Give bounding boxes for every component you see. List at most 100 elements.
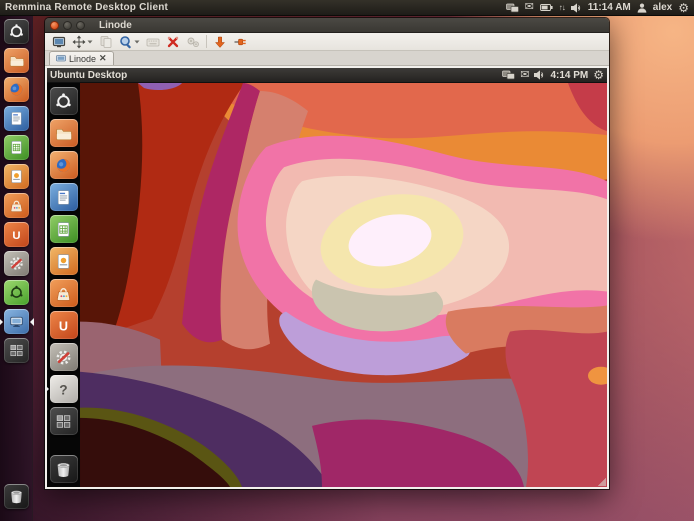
host-clock[interactable]: 11:14 AM: [588, 2, 631, 13]
host-indicator-tray: ✉ ↑↓ 11:14 AM alex ⚙: [506, 2, 694, 14]
mail-icon[interactable]: ✉: [525, 2, 534, 13]
network-icon[interactable]: [506, 3, 519, 13]
tools-button[interactable]: [183, 34, 203, 50]
calc-spreadsheet-icon: [54, 220, 73, 239]
switch-page-button[interactable]: [96, 34, 116, 50]
scaled-mode-icon: [72, 35, 86, 49]
launcher-item-ubuntu-software-center[interactable]: [4, 193, 29, 218]
launcher-item-remmina[interactable]: [4, 309, 29, 334]
remote-desktop-wallpaper: [80, 83, 607, 487]
launcher-item-libreoffice-calc[interactable]: [4, 135, 29, 160]
posterized-nebula-art: [80, 83, 607, 487]
launcher-item-ubuntu-one[interactable]: U: [50, 311, 78, 339]
workspace-grid-icon: [8, 342, 25, 359]
launcher-item-system-settings[interactable]: [4, 251, 29, 276]
launcher-item-dash-home[interactable]: [50, 87, 78, 115]
resize-grip[interactable]: [598, 478, 606, 486]
remote-menubar-title: Ubuntu Desktop: [47, 70, 127, 81]
fullscreen-icon: [52, 35, 66, 49]
settings-gear-icon: [8, 255, 25, 272]
preferences-tools-icon: [166, 35, 180, 49]
keyboard-grab-button[interactable]: [143, 34, 163, 50]
ubuntu-logo-icon: [8, 284, 25, 301]
launcher-item-firefox[interactable]: [4, 77, 29, 102]
keyboard-grab-icon: [146, 35, 160, 49]
svg-text:?: ?: [59, 382, 67, 397]
session-gear-icon[interactable]: ⚙: [678, 2, 689, 14]
dash-home-icon: [8, 23, 25, 40]
host-unity-launcher: U: [0, 16, 33, 521]
switch-page-icon: [99, 35, 113, 49]
svg-text:U: U: [12, 230, 20, 242]
scaled-mode-button[interactable]: [69, 34, 96, 50]
impress-presentation-icon: [54, 252, 73, 271]
remote-indicator-tray: ✉ 4:14 PM ⚙: [502, 69, 607, 81]
mail-icon[interactable]: ✉: [520, 70, 529, 81]
window-close-button[interactable]: [50, 21, 59, 30]
zoom-button[interactable]: [116, 34, 143, 50]
ubuntu-one-icon: U: [54, 316, 73, 335]
calc-spreadsheet-icon: [8, 139, 25, 156]
launcher-item-libreoffice-calc[interactable]: [50, 215, 78, 243]
running-indicator-arrow: [0, 318, 3, 326]
dash-home-icon: [54, 92, 73, 111]
disconnect-button[interactable]: [230, 34, 250, 50]
writer-document-icon: [54, 188, 73, 207]
launcher-item-ubuntu-software-center[interactable]: [50, 279, 78, 307]
window-minimize-button[interactable]: [63, 21, 72, 30]
tab-label: Linode: [69, 54, 96, 64]
impress-presentation-icon: [8, 168, 25, 185]
firefox-icon: [8, 81, 25, 98]
launcher-item-libreoffice-writer[interactable]: [50, 183, 78, 211]
dropdown-caret-icon: [87, 40, 93, 44]
window-maximize-button[interactable]: [76, 21, 85, 30]
launcher-item-trash[interactable]: [4, 484, 29, 509]
launcher-item-system-settings[interactable]: [50, 343, 78, 371]
preferences-button[interactable]: [163, 34, 183, 50]
launcher-item-libreoffice-impress[interactable]: [4, 164, 29, 189]
remote-clock[interactable]: 4:14 PM: [550, 70, 588, 81]
volume-icon[interactable]: [534, 70, 545, 80]
remmina-tabbar: Linode ✕: [45, 51, 609, 66]
session-gear-icon[interactable]: ⚙: [593, 69, 604, 81]
updown-arrows-icon[interactable]: ↑↓: [559, 4, 565, 12]
connection-tab-linode[interactable]: Linode ✕: [49, 51, 114, 65]
launcher-item-libreoffice-impress[interactable]: [50, 247, 78, 275]
tab-close-icon[interactable]: ✕: [99, 54, 107, 63]
launcher-item-dash-home[interactable]: [4, 19, 29, 44]
software-center-bag-icon: [54, 284, 73, 303]
launcher-item-files[interactable]: [50, 119, 78, 147]
screen: Remmina Remote Desktop Client ✉ ↑↓ 11:14…: [0, 0, 694, 521]
zoom-icon: [119, 35, 133, 49]
user-icon[interactable]: [637, 3, 647, 13]
launcher-item-firefox[interactable]: [50, 151, 78, 179]
minimize-connection-button[interactable]: [210, 34, 230, 50]
remmina-monitor-icon: [8, 313, 25, 330]
username[interactable]: alex: [653, 2, 672, 13]
disconnect-plug-icon: [233, 35, 247, 49]
launcher-item-workspace-switcher[interactable]: [50, 407, 78, 435]
battery-icon[interactable]: [540, 4, 553, 11]
launcher-item-workspace-switcher[interactable]: [4, 338, 29, 363]
launcher-item-ubuntu-one[interactable]: U: [4, 222, 29, 247]
ubuntu-one-icon: U: [8, 226, 25, 243]
running-indicator-arrow: [45, 385, 49, 393]
launcher-item-help[interactable]: ?: [50, 375, 78, 403]
network-icon[interactable]: [502, 70, 515, 80]
focused-indicator-arrow: [30, 318, 34, 326]
launcher-item-libreoffice-writer[interactable]: [4, 106, 29, 131]
window-titlebar[interactable]: Linode: [45, 18, 609, 33]
launcher-item-trash[interactable]: [50, 455, 78, 483]
svg-text:U: U: [59, 319, 68, 333]
fullscreen-button[interactable]: [49, 34, 69, 50]
trash-can-icon: [8, 488, 25, 505]
remote-unity-launcher: U ?: [47, 83, 80, 487]
tools-gears-icon: [186, 35, 200, 49]
remote-desktop-viewport[interactable]: Ubuntu Desktop ✉ 4:14 PM ⚙ U: [45, 66, 609, 489]
launcher-item-ubuntu-software[interactable]: [4, 280, 29, 305]
volume-icon[interactable]: [571, 3, 582, 13]
remote-top-panel: Ubuntu Desktop ✉ 4:14 PM ⚙: [47, 68, 607, 83]
firefox-icon: [54, 156, 73, 175]
help-icon: ?: [54, 380, 73, 399]
launcher-item-files[interactable]: [4, 48, 29, 73]
